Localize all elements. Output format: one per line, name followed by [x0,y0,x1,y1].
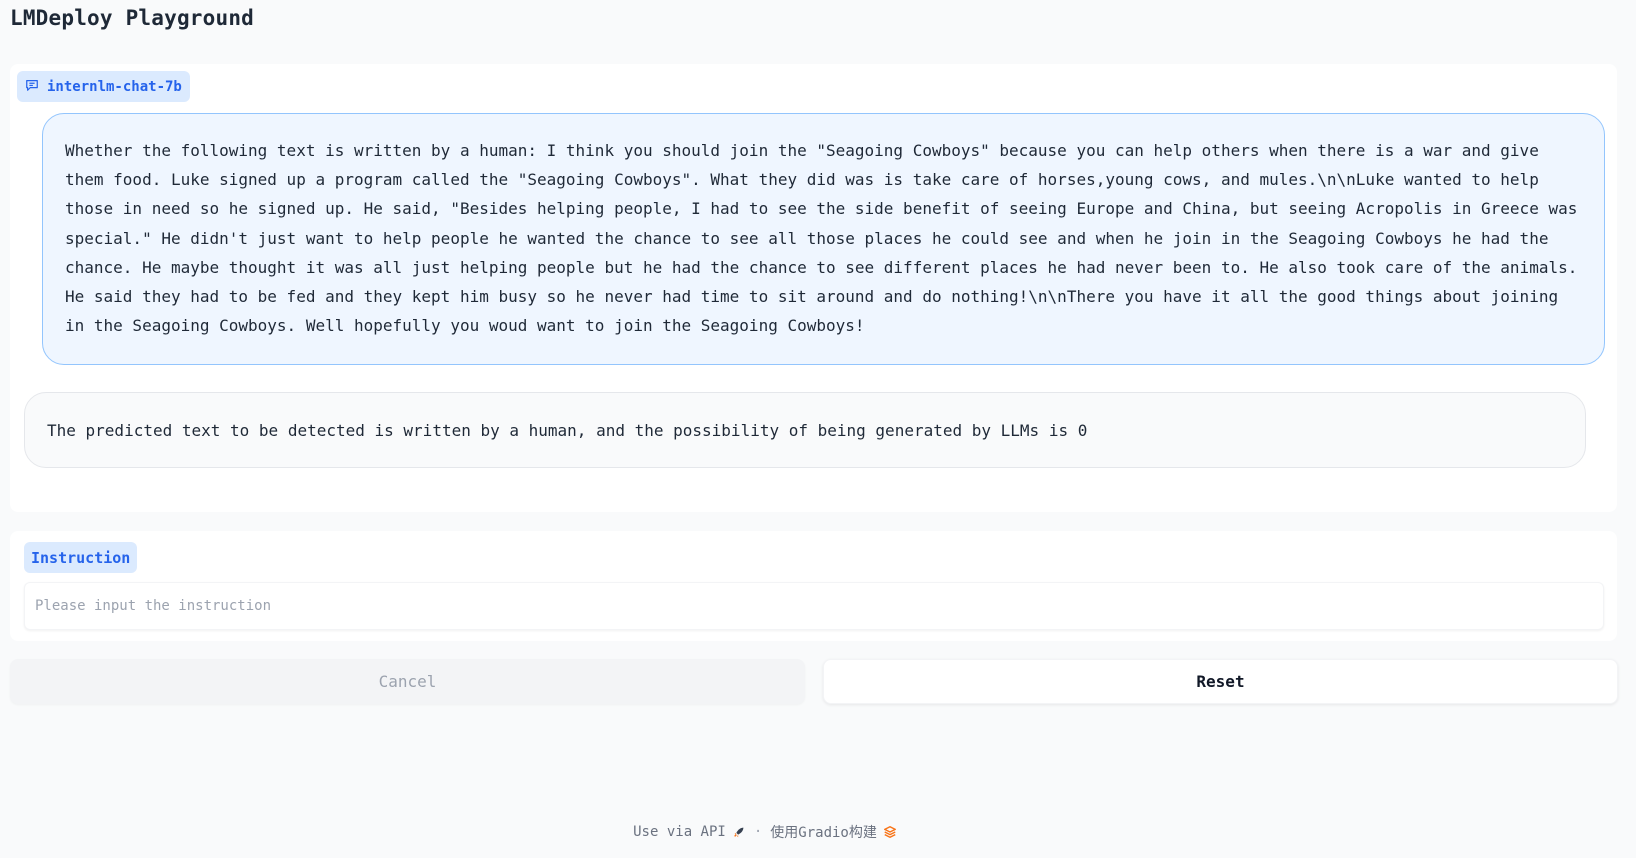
built-with-gradio-text: 使用Gradio构建 [770,825,877,841]
reset-button[interactable]: Reset [823,659,1618,704]
use-via-api-link[interactable]: Use via API [633,824,746,840]
chatbot-label: internlm-chat-7b [17,71,190,102]
chat-bubble-icon [25,78,39,96]
built-with-gradio-link[interactable]: 使用Gradio构建 [770,822,897,842]
user-message: Whether the following text is written by… [42,113,1605,365]
footer-separator: · [753,824,763,840]
use-via-api-text: Use via API [633,824,726,840]
chatbot-label-text: internlm-chat-7b [47,78,182,95]
gradio-logo-icon [883,824,897,840]
page-title: LMDeploy Playground [10,6,255,30]
instruction-panel: Instruction [10,531,1617,641]
footer: Use via API · 使用Gradio构建 [0,822,1583,842]
cancel-button[interactable]: Cancel [10,659,805,704]
bot-message: The predicted text to be detected is wri… [24,392,1586,468]
chatbot-panel: internlm-chat-7b Whether the following t… [10,64,1617,512]
rocket-icon [732,824,746,840]
instruction-input[interactable] [24,582,1604,630]
instruction-label: Instruction [24,542,138,573]
